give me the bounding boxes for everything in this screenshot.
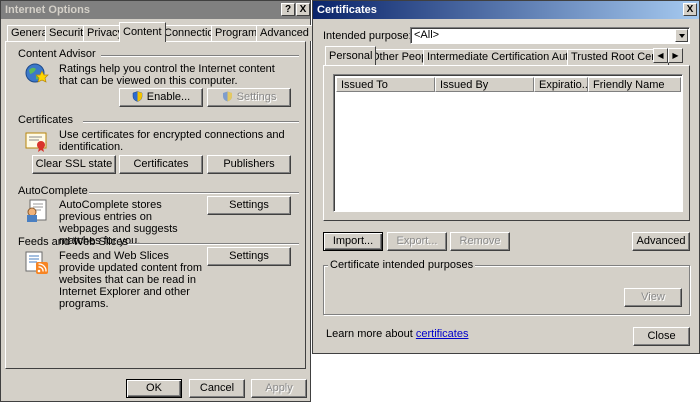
content-advisor-heading: Content Advisor xyxy=(18,48,96,60)
certificates-window: Certificates X Intended purpose: <All> P… xyxy=(312,0,700,354)
content-advisor-settings-button[interactable]: Settings xyxy=(207,88,291,107)
feeds-divider xyxy=(128,243,299,245)
certificate-icon xyxy=(25,132,47,152)
internet-options-window: Internet Options ? X General Security Pr… xyxy=(0,0,313,402)
intended-purpose-value: <All> xyxy=(414,29,440,41)
chevron-down-icon[interactable] xyxy=(675,29,688,42)
content-advisor-icon xyxy=(25,63,49,83)
intended-purpose-label: Intended purpose: xyxy=(323,30,412,42)
content-advisor-divider xyxy=(101,55,299,57)
publishers-button[interactable]: Publishers xyxy=(207,155,291,174)
help-button[interactable]: ? xyxy=(281,3,295,16)
internet-options-title: Internet Options xyxy=(5,4,90,16)
autocomplete-divider xyxy=(89,192,299,194)
certificates-list[interactable]: Issued To Issued By Expiratio... Friendl… xyxy=(333,74,683,212)
certificates-title: Certificates xyxy=(317,4,377,16)
certificates-title-bar[interactable]: Certificates xyxy=(313,1,699,19)
feeds-heading: Feeds and Web Slices xyxy=(18,236,128,248)
internet-options-title-bar[interactable]: Internet Options xyxy=(1,1,310,19)
autocomplete-icon xyxy=(27,199,47,222)
tab-scroll-right-icon[interactable]: ▶ xyxy=(668,48,683,63)
remove-button[interactable]: Remove xyxy=(450,232,510,251)
certificates-heading: Certificates xyxy=(18,114,74,126)
feeds-icon xyxy=(25,251,48,274)
view-button[interactable]: View xyxy=(624,288,682,307)
shield-icon xyxy=(132,91,143,102)
content-advisor-enable-button[interactable]: Enable... xyxy=(119,88,203,107)
certificate-purposes-label: Certificate intended purposes xyxy=(328,259,476,271)
advanced-button[interactable]: Advanced xyxy=(632,232,690,251)
tab-scroll-left-icon[interactable]: ◀ xyxy=(653,48,668,63)
certificates-link[interactable]: certificates xyxy=(416,328,469,340)
cancel-button[interactable]: Cancel xyxy=(189,379,245,398)
tab-advanced[interactable]: Advanced xyxy=(256,25,313,41)
certificates-divider xyxy=(83,121,299,123)
export-button[interactable]: Export... xyxy=(387,232,447,251)
certificates-description: Use certificates for encrypted connectio… xyxy=(59,129,285,153)
column-issued-by[interactable]: Issued By xyxy=(435,77,534,92)
import-button[interactable]: Import... xyxy=(323,232,383,251)
certificates-close-button[interactable]: X xyxy=(683,3,697,16)
settings-button-label: Settings xyxy=(236,91,277,103)
autocomplete-heading: AutoComplete xyxy=(18,185,88,197)
feeds-settings-button[interactable]: Settings xyxy=(207,247,291,266)
clear-ssl-state-button[interactable]: Clear SSL state xyxy=(32,155,116,174)
content-advisor-description: Ratings help you control the Internet co… xyxy=(59,63,275,87)
tab-content[interactable]: Content xyxy=(119,22,166,42)
shield-icon xyxy=(222,91,232,102)
column-issued-to[interactable]: Issued To xyxy=(336,77,435,92)
column-friendly-name[interactable]: Friendly Name xyxy=(588,77,681,92)
tab-personal[interactable]: Personal xyxy=(325,46,377,65)
certificates-button[interactable]: Certificates xyxy=(119,155,203,174)
close-button[interactable]: X xyxy=(296,3,310,16)
learn-more-text: Learn more about certificates xyxy=(326,328,468,340)
apply-button[interactable]: Apply xyxy=(251,379,307,398)
column-expiration[interactable]: Expiratio... xyxy=(534,77,588,92)
learn-more-prefix: Learn more about xyxy=(326,328,416,340)
autocomplete-settings-button[interactable]: Settings xyxy=(207,196,291,215)
feeds-description: Feeds and Web Slices provide updated con… xyxy=(59,250,203,310)
close-dialog-button[interactable]: Close xyxy=(633,327,690,346)
intended-purpose-dropdown[interactable]: <All> xyxy=(410,27,690,44)
ok-button[interactable]: OK xyxy=(126,379,182,398)
enable-button-label: Enable... xyxy=(146,91,191,103)
